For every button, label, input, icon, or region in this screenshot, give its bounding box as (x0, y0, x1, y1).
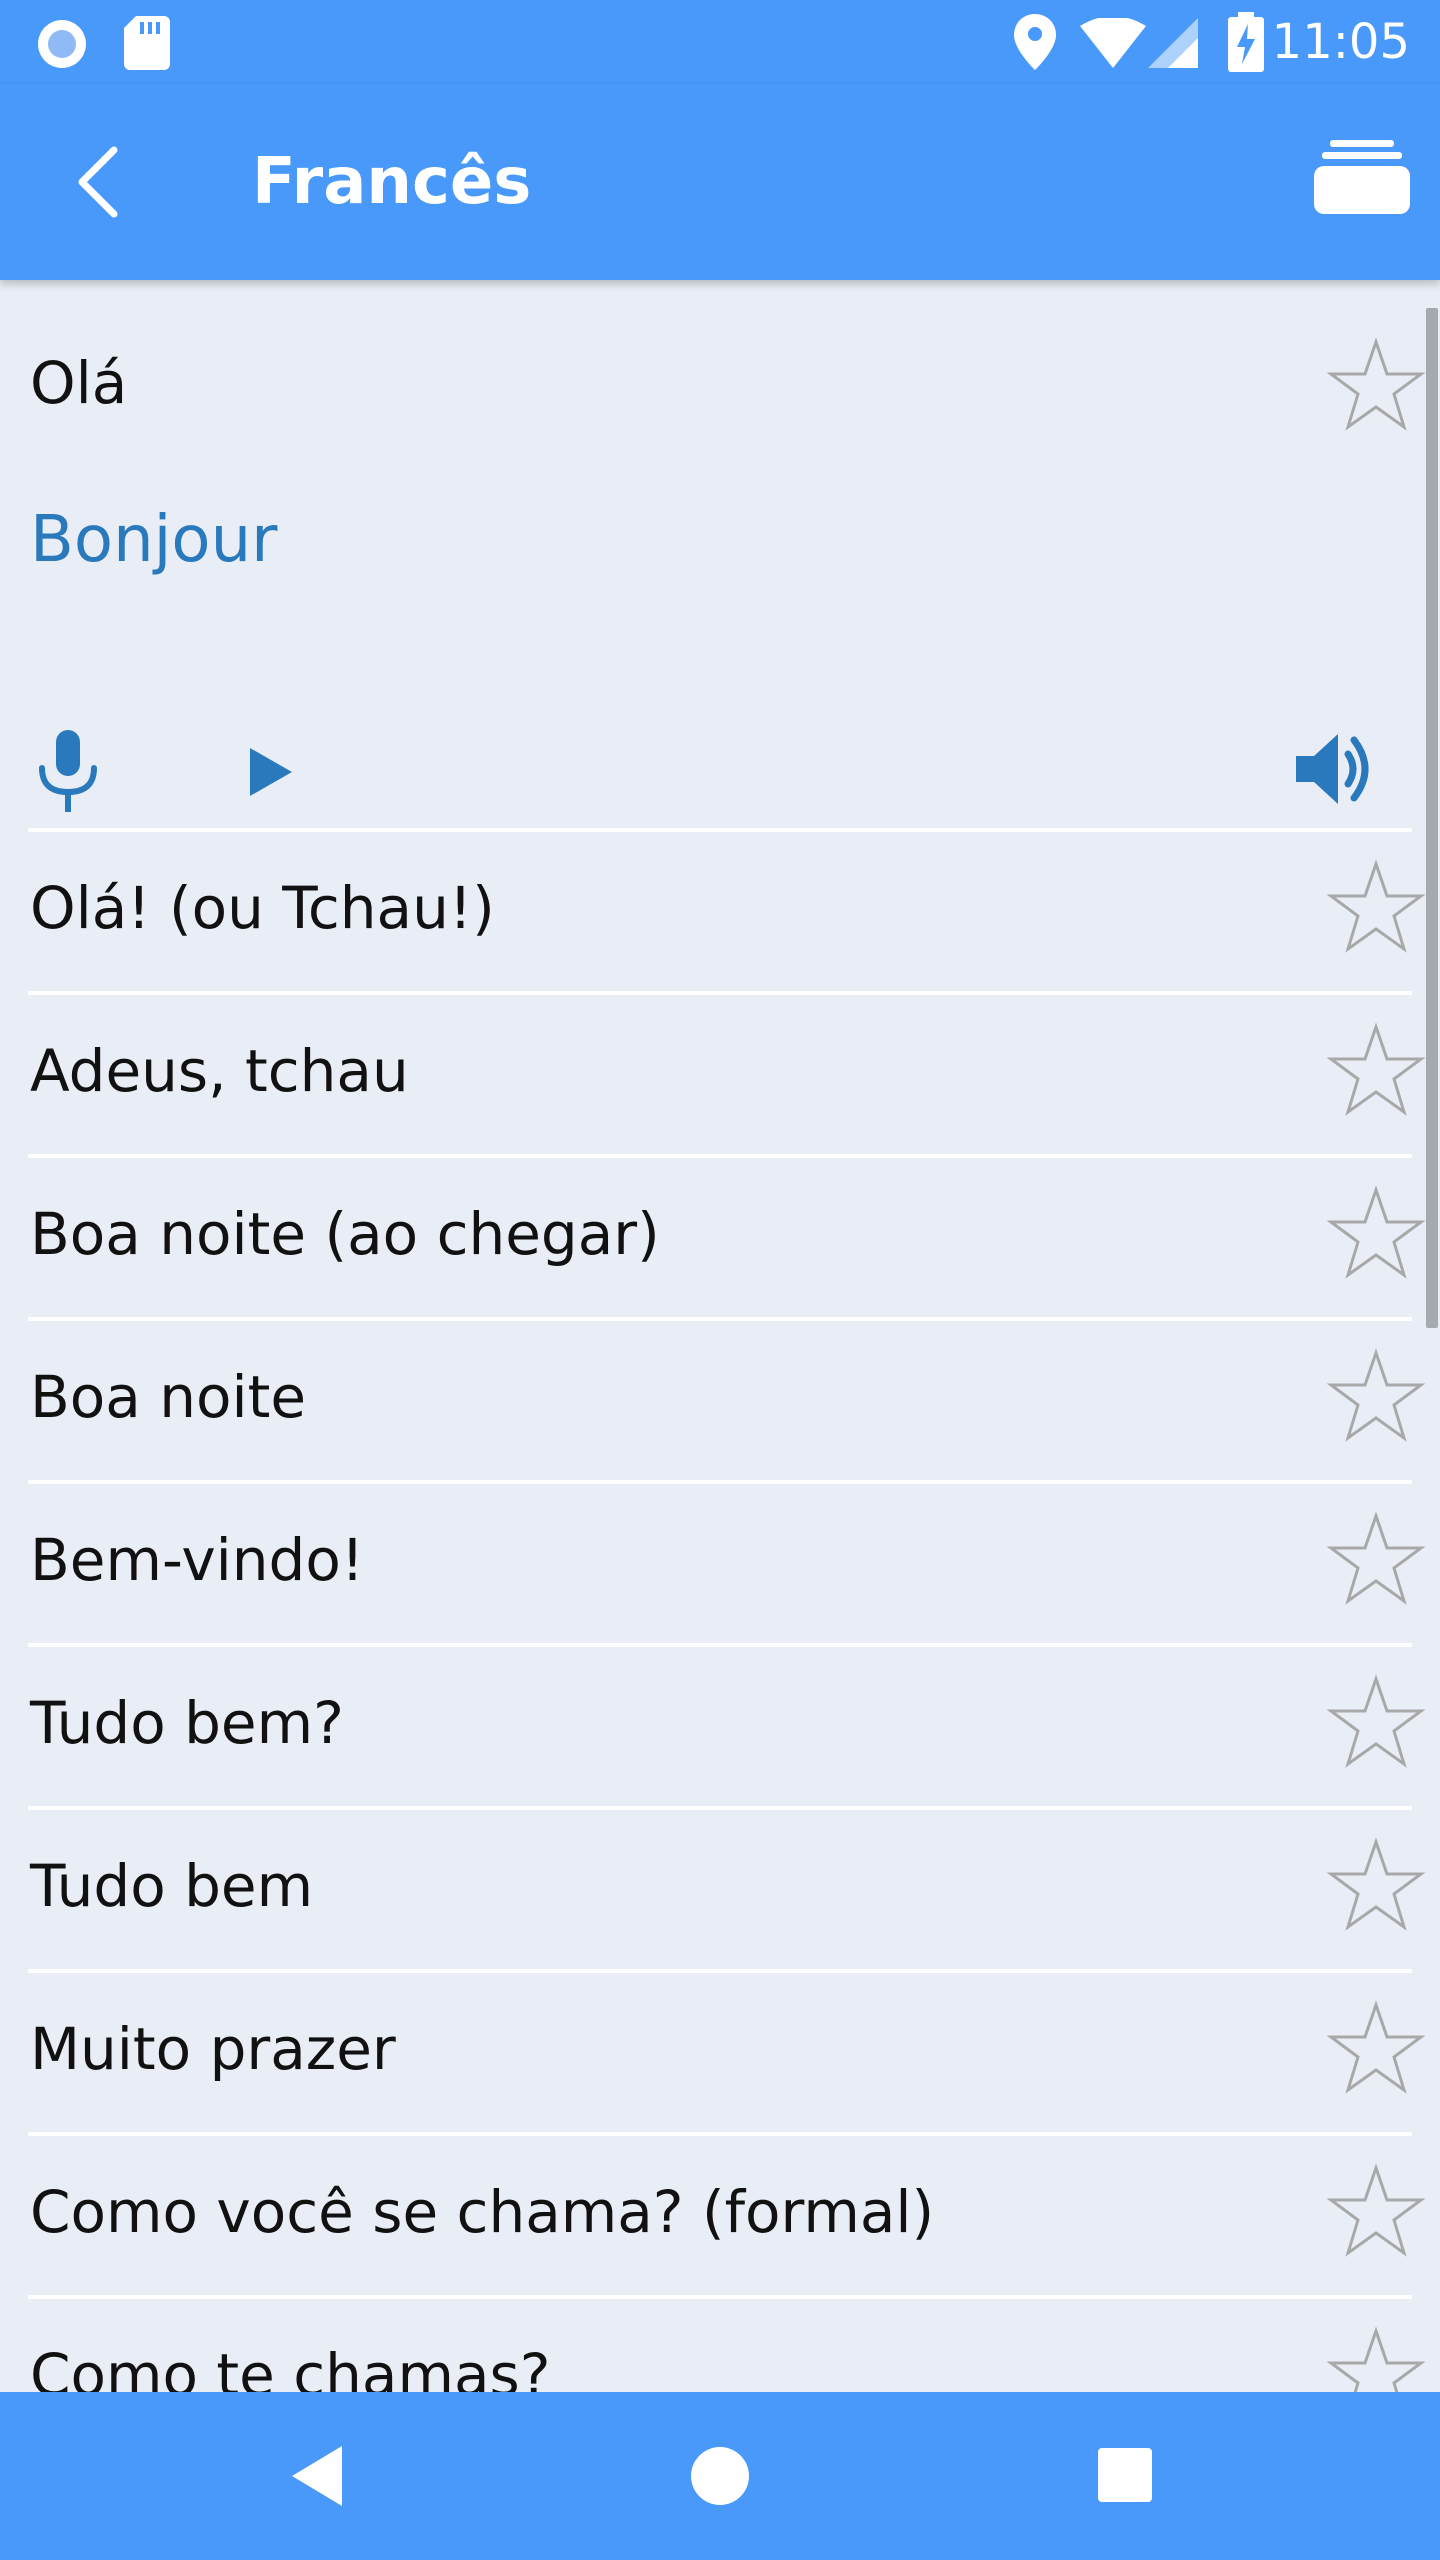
star-icon[interactable] (1324, 1510, 1428, 1614)
star-icon[interactable] (1324, 2325, 1428, 2392)
record-icon (34, 16, 90, 76)
back-button[interactable] (48, 134, 144, 230)
speaker-icon[interactable] (1290, 724, 1380, 814)
list-item[interactable]: Boa noite (0, 1317, 1440, 1480)
phrase-list: Olá! (ou Tchau!) Adeus, tchau Boa noite … (0, 828, 1440, 2392)
list-item[interactable]: Bem-vindo! (0, 1480, 1440, 1643)
page-title: Francês (252, 145, 532, 219)
star-icon[interactable] (1324, 1999, 1428, 2103)
star-icon[interactable] (1324, 858, 1428, 962)
star-icon[interactable] (1324, 1184, 1428, 1288)
play-icon[interactable] (232, 736, 304, 808)
phrase-label: Boa noite (30, 1363, 307, 1431)
phrase-label: Como você se chama? (formal) (30, 2178, 935, 2246)
phrase-label: Bem-vindo! (30, 1526, 365, 1594)
list-item[interactable]: Boa noite (ao chegar) (0, 1154, 1440, 1317)
chevron-left-icon (48, 146, 144, 234)
star-icon[interactable] (1324, 1021, 1428, 1125)
favorite-star-icon[interactable] (1324, 336, 1428, 440)
signal-icon (1148, 18, 1198, 72)
list-item[interactable]: Como você se chama? (formal) (0, 2132, 1440, 2295)
phrase-content[interactable]: Olá Bonjour Olá! (ou Tchau!) Adeus, tcha… (0, 280, 1440, 2392)
app-bar: Francês (0, 84, 1440, 280)
scrollbar[interactable] (1426, 308, 1438, 1328)
phrase-label: Tudo bem? (30, 1689, 344, 1757)
selected-phrase-card: Olá Bonjour (0, 280, 1440, 828)
list-item[interactable]: Olá! (ou Tchau!) (0, 828, 1440, 991)
list-item[interactable]: Muito prazer (0, 1969, 1440, 2132)
stack-button[interactable] (1314, 136, 1410, 228)
phrase-label: Olá! (ou Tchau!) (30, 874, 495, 942)
battery-charging-icon (1228, 12, 1264, 76)
nav-recents-icon[interactable] (1078, 2428, 1174, 2524)
list-item[interactable]: Tudo bem? (0, 1643, 1440, 1806)
navigation-bar (0, 2392, 1440, 2560)
wifi-icon (1080, 16, 1146, 72)
sd-card-icon (124, 16, 170, 74)
location-icon (1014, 14, 1056, 74)
nav-home-icon[interactable] (672, 2428, 768, 2524)
list-item[interactable]: Tudo bem (0, 1806, 1440, 1969)
star-icon[interactable] (1324, 2162, 1428, 2266)
star-icon[interactable] (1324, 1347, 1428, 1451)
phrase-label: Adeus, tchau (30, 1037, 409, 1105)
list-item[interactable]: Como te chamas? (0, 2295, 1440, 2392)
status-time: 11:05 (1271, 14, 1410, 70)
phrase-label: Como te chamas? (30, 2341, 551, 2392)
selected-phrase-translation: Bonjour (30, 503, 278, 577)
nav-back-icon[interactable] (276, 2428, 372, 2524)
phrase-label: Boa noite (ao chegar) (30, 1200, 660, 1268)
list-item[interactable]: Adeus, tchau (0, 991, 1440, 1154)
stack-icon (1314, 140, 1410, 232)
star-icon[interactable] (1324, 1836, 1428, 1940)
status-bar: 11:05 (0, 0, 1440, 84)
phrase-label: Tudo bem (30, 1852, 314, 1920)
microphone-icon[interactable] (30, 728, 106, 816)
selected-phrase-source: Olá (30, 349, 128, 417)
star-icon[interactable] (1324, 1673, 1428, 1777)
phrase-label: Muito prazer (30, 2015, 396, 2083)
